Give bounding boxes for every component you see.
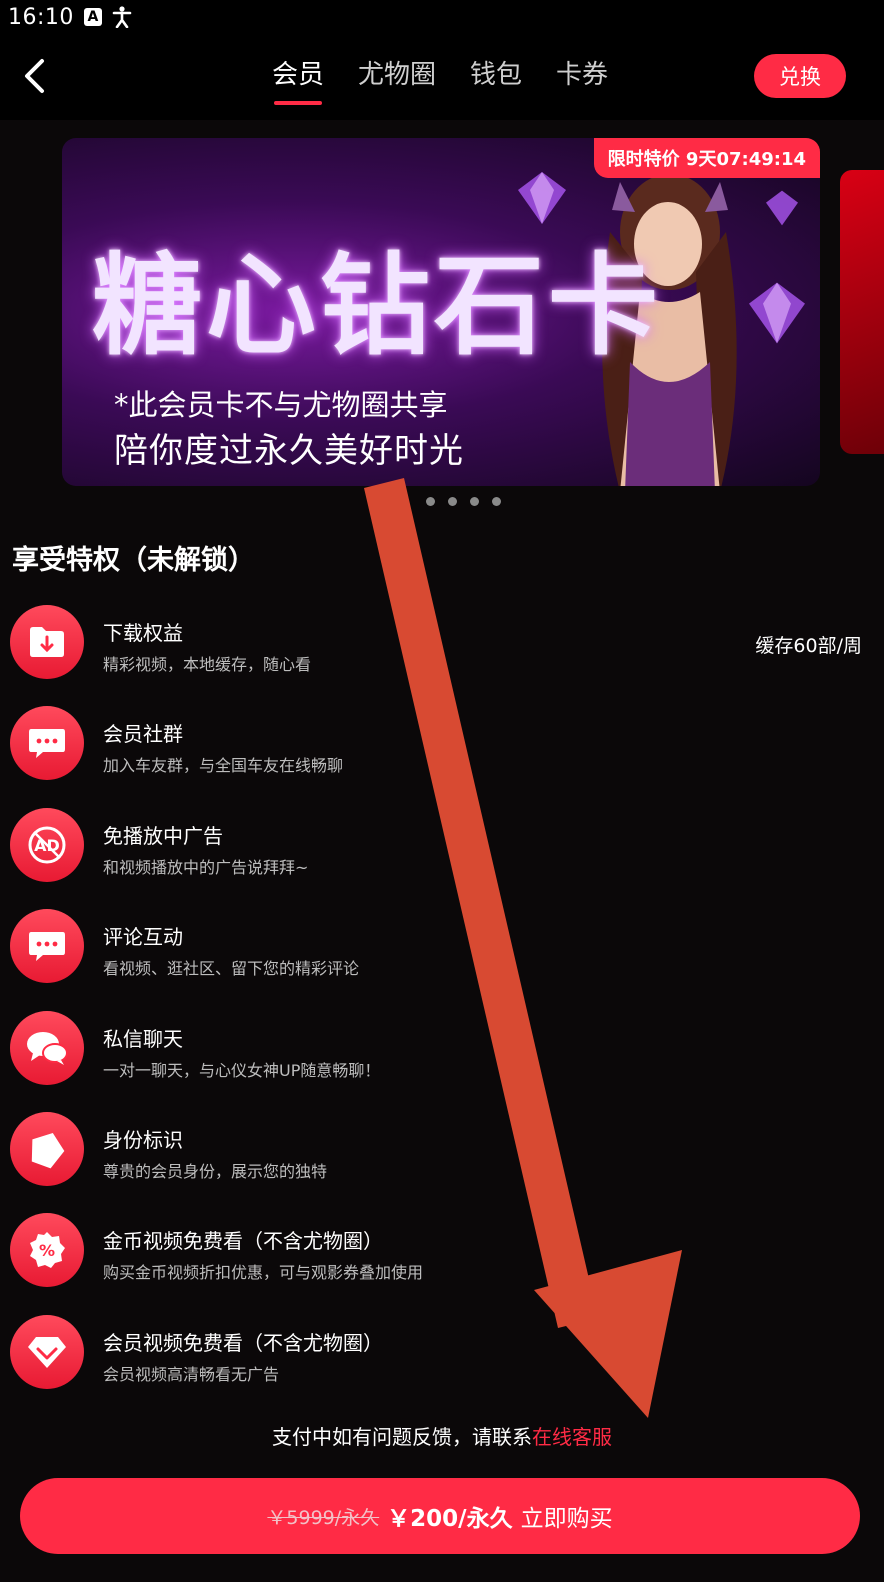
top-bar: 会员 尤物圈 钱包 卡券 兑换	[0, 34, 884, 120]
perk-description: 会员视频高清畅看无广告	[103, 1365, 280, 1384]
redeem-button[interactable]: 兑换	[754, 54, 846, 98]
perk-title: 会员视频免费看（不含尤物圈）	[103, 1331, 383, 1355]
back-button[interactable]	[14, 54, 54, 98]
banner-subtitle-tagline: 陪你度过永久美好时光	[114, 431, 464, 471]
perk-item-community: 会员社群 加入车友群，与全国车友在线畅聊	[10, 706, 874, 782]
a-icon: A	[83, 8, 102, 26]
tab-wallet[interactable]: 钱包	[470, 54, 522, 105]
perks-section-title: 享受特权（未解锁）	[12, 545, 255, 576]
perk-item-private-chat: 私信聊天 一对一聊天，与心仪女神UP随意畅聊！	[10, 1011, 874, 1087]
download-folder-icon	[10, 605, 84, 679]
perk-description: 和视频播放中的广告说拜拜~	[103, 858, 309, 877]
tab-coupons[interactable]: 卡券	[556, 54, 608, 105]
perk-title: 金币视频免费看（不含尤物圈）	[103, 1229, 383, 1253]
perk-description: 一对一聊天，与心仪女神UP随意畅聊！	[103, 1061, 381, 1080]
carousel-dot[interactable]	[448, 497, 457, 506]
perk-item-identity: 身份标识 尊贵的会员身份，展示您的独特	[10, 1112, 874, 1188]
carousel-dot[interactable]	[470, 497, 479, 506]
perk-title: 私信聊天	[103, 1027, 183, 1051]
perk-title: 免播放中广告	[103, 824, 223, 848]
perk-title: 会员社群	[103, 722, 183, 746]
perk-item-no-ads: AD 免播放中广告 和视频播放中的广告说拜拜~	[10, 808, 874, 884]
online-support-link[interactable]: 在线客服	[532, 1425, 612, 1449]
status-bar: 16:10 A	[0, 0, 884, 34]
perk-description: 购买金币视频折扣优惠，可与观影券叠加使用	[103, 1263, 424, 1282]
tab-membership[interactable]: 会员	[272, 54, 324, 105]
accessibility-icon	[112, 6, 132, 28]
sale-price: ￥200/永久	[387, 1506, 513, 1532]
diamond-icon	[10, 1315, 84, 1389]
perk-description: 加入车友群，与全国车友在线畅聊	[103, 756, 344, 775]
banner-subtitle-note: *此会员卡不与尤物圈共享	[114, 388, 448, 422]
buy-now-button[interactable]: ￥5999/永久 ￥200/永久 立即购买	[20, 1478, 860, 1554]
perk-quota: 缓存60部/周	[755, 635, 862, 657]
perk-title: 下载权益	[103, 621, 183, 645]
support-text: 支付中如有问题反馈，请联系	[272, 1425, 532, 1449]
perk-title: 身份标识	[103, 1128, 183, 1152]
carousel-dot[interactable]	[492, 497, 501, 506]
perk-item-comments: 评论互动 看视频、逛社区、留下您的精彩评论	[10, 909, 874, 985]
perk-item-gold-videos: % 金币视频免费看（不含尤物圈） 购买金币视频折扣优惠，可与观影券叠加使用	[10, 1213, 874, 1289]
status-time: 16:10	[8, 4, 74, 30]
svg-text:%: %	[39, 1241, 55, 1260]
comment-icon	[10, 909, 84, 983]
perk-description: 看视频、逛社区、留下您的精彩评论	[103, 959, 360, 978]
original-price: ￥5999/永久	[267, 1506, 380, 1529]
perk-title: 评论互动	[103, 925, 183, 949]
perk-description: 尊贵的会员身份，展示您的独特	[103, 1162, 328, 1181]
payment-support-note: 支付中如有问题反馈，请联系在线客服	[0, 1421, 884, 1450]
discount-badge-icon: %	[10, 1213, 84, 1287]
banner-title: 糖心钻石卡	[92, 241, 662, 370]
tab-bar: 会员 尤物圈 钱包 卡券	[272, 54, 608, 105]
perk-item-member-videos: 会员视频免费看（不含尤物圈） 会员视频高清畅看无广告	[10, 1315, 874, 1391]
perk-item-download: 下载权益 精彩视频，本地缓存，随心看 缓存60部/周	[10, 605, 874, 681]
private-message-icon	[10, 1011, 84, 1085]
chat-bubble-icon	[10, 706, 84, 780]
no-ad-icon: AD	[10, 808, 84, 882]
carousel-indicator	[426, 497, 501, 506]
perk-description: 精彩视频，本地缓存，随心看	[103, 655, 312, 674]
membership-banner[interactable]: 糖心钻石卡 *此会员卡不与尤物圈共享 陪你度过永久美好时光 限时特价 9天07:…	[62, 138, 820, 486]
tab-youwu-circle[interactable]: 尤物圈	[358, 54, 436, 105]
carousel-dot[interactable]	[426, 497, 435, 506]
next-banner-peek[interactable]	[840, 170, 884, 454]
limited-offer-countdown: 限时特价 9天07:49:14	[593, 138, 820, 178]
chevron-left-icon	[25, 59, 44, 93]
identity-tag-icon	[10, 1112, 84, 1186]
buy-label: 立即购买	[520, 1506, 613, 1532]
